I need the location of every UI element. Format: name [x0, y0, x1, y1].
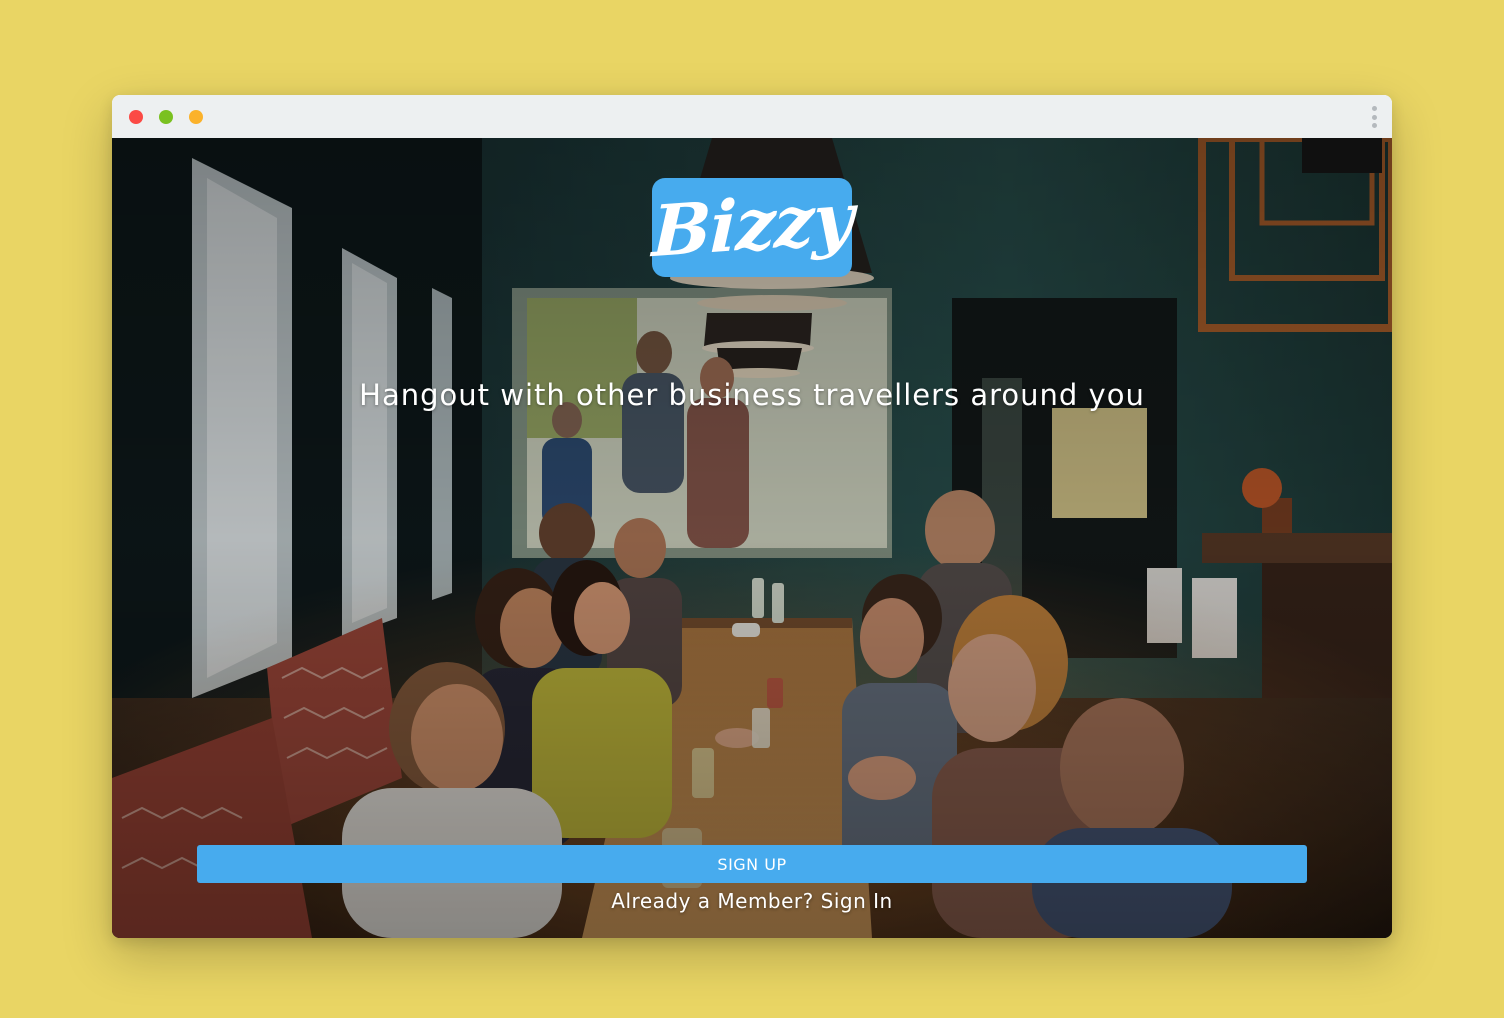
menu-dot — [1371, 106, 1377, 111]
menu-dot — [1371, 123, 1377, 128]
signin-link[interactable]: Sign In — [821, 889, 893, 913]
bizzy-logo[interactable]: Bizzy — [650, 175, 854, 277]
window-titlebar — [112, 95, 1392, 138]
signin-prompt: Already a Member? — [611, 889, 814, 913]
minimize-window-dot[interactable] — [159, 110, 173, 124]
landing-screen: Bizzy Hangout with other business travel… — [112, 138, 1392, 938]
signup-button[interactable]: SIGN UP — [197, 845, 1307, 883]
maximize-window-dot[interactable] — [189, 110, 203, 124]
logo-wordmark: Bizzy — [650, 175, 854, 273]
close-window-dot[interactable] — [129, 110, 143, 124]
kebab-menu-icon[interactable] — [1368, 104, 1380, 130]
browser-window: Bizzy Hangout with other business travel… — [112, 95, 1392, 938]
menu-dot — [1371, 114, 1377, 120]
hero-tagline: Hangout with other business travellers a… — [359, 378, 1145, 412]
signin-row: Already a Member? Sign In — [112, 889, 1392, 913]
